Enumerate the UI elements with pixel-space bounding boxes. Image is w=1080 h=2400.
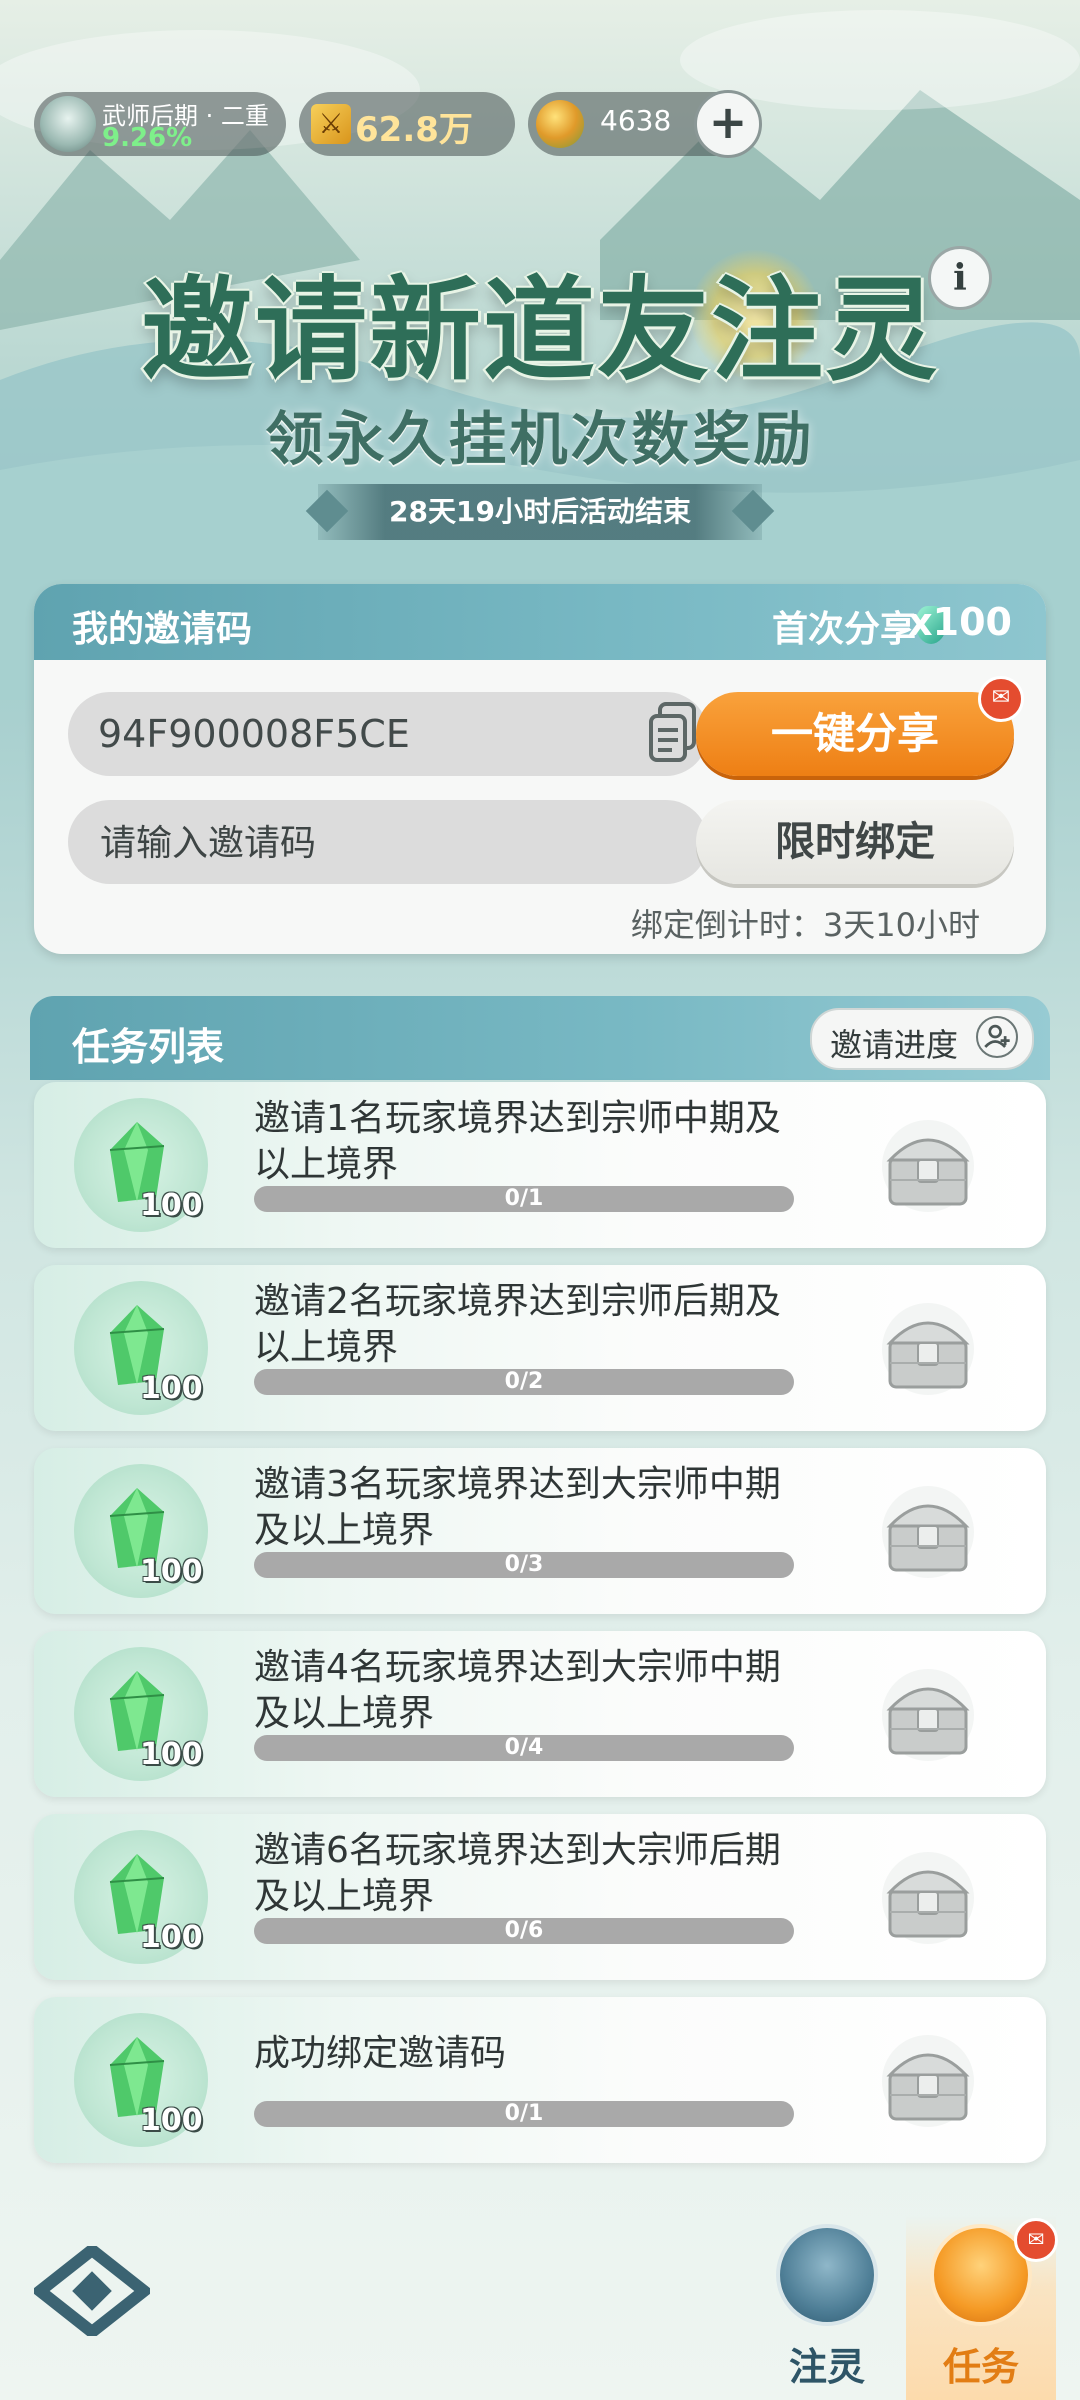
coin-icon (536, 100, 584, 148)
task-progress-bar: 0/2 (254, 1369, 794, 1395)
invite-code-input[interactable] (98, 800, 682, 886)
reward-count: 100 (140, 1920, 203, 1955)
task-progress-bar: 0/6 (254, 1918, 794, 1944)
reward-count: 100 (140, 1737, 203, 1772)
invite-progress-button[interactable]: 邀请进度 (810, 1008, 1034, 1070)
event-subtitle: 领永久挂机次数奖励 (265, 405, 815, 473)
lingzhu-nav-icon (776, 2224, 878, 2326)
invite-code: 94F900008F5CE (98, 712, 410, 756)
nav-lingzhu[interactable]: 注灵 (752, 2216, 902, 2400)
task-progress-text: 0/2 (504, 1369, 544, 1394)
currency-value: 4638 (600, 104, 672, 137)
task-progress-text: 0/1 (504, 1186, 544, 1211)
chest-icon[interactable] (874, 1848, 982, 1948)
task-item: 100 成功绑定邀请码 0/1 (34, 1997, 1046, 2163)
info-icon[interactable]: i (928, 246, 992, 310)
reward-count: 100 (140, 1554, 203, 1589)
reward-count: 100 (140, 2103, 203, 2138)
reward-count: 100 (140, 1188, 203, 1223)
task-item: 100 邀请2名玩家境界达到宗师后期及以上境界 0/2 (34, 1265, 1046, 1431)
power-value: 62.8万 (355, 110, 473, 150)
first-share-label: 首次分享 (771, 609, 916, 650)
share-button[interactable]: 一键分享 (696, 692, 1014, 776)
chest-icon[interactable] (874, 1116, 982, 1216)
invite-code-field: 94F900008F5CE (68, 692, 708, 776)
bind-code-field[interactable] (68, 800, 708, 886)
invite-card-header: 我的邀请码 首次分享 x100 (34, 584, 1046, 660)
rank-pill[interactable]: 武师后期 · 二重 9.26% (34, 92, 286, 156)
invite-progress-icon (976, 1016, 1018, 1058)
event-title: 邀请新道友注灵 (141, 266, 939, 396)
task-description: 邀请4名玩家境界达到大宗师中期及以上境界 (254, 1647, 781, 1734)
chest-icon[interactable] (874, 1299, 982, 1399)
task-item: 100 邀请3名玩家境界达到大宗师中期及以上境界 0/3 (34, 1448, 1046, 1614)
task-description: 邀请6名玩家境界达到大宗师后期及以上境界 (254, 1830, 781, 1917)
plus-icon[interactable]: + (694, 90, 762, 158)
chest-icon[interactable] (874, 1482, 982, 1582)
task-progress-bar: 0/4 (254, 1735, 794, 1761)
power-icon: ⚔ (311, 104, 351, 144)
event-countdown: 28天19小时后活动结束 (318, 484, 762, 540)
task-list-title: 任务列表 (72, 1025, 225, 1069)
invite-card: 我的邀请码 首次分享 x100 94F900008F5CE 一键分享 ✉ 限时绑… (34, 584, 1046, 954)
bind-button[interactable]: 限时绑定 (696, 800, 1014, 884)
task-progress-text: 0/1 (504, 2101, 544, 2126)
nav-task-label: 任务 (942, 2345, 1019, 2389)
task-progress-text: 0/3 (504, 1552, 544, 1577)
notification-badge-icon: ✉ (978, 676, 1024, 722)
invite-progress-label: 邀请进度 (830, 1026, 959, 1064)
first-share-reward: x100 (908, 600, 1012, 644)
task-item: 100 邀请6名玩家境界达到大宗师后期及以上境界 0/6 (34, 1814, 1046, 1980)
task-description: 成功绑定邀请码 (254, 2033, 507, 2074)
copy-icon[interactable] (648, 702, 698, 764)
task-description: 邀请3名玩家境界达到大宗师中期及以上境界 (254, 1464, 781, 1551)
chest-icon[interactable] (874, 2031, 982, 2131)
task-progress-bar: 0/1 (254, 2101, 794, 2127)
task-progress-bar: 0/3 (254, 1552, 794, 1578)
nav-lingzhu-label: 注灵 (788, 2345, 865, 2389)
notification-badge-icon: ✉ (1014, 2218, 1058, 2262)
avatar-icon[interactable] (40, 96, 96, 152)
game-logo-icon[interactable] (34, 2246, 150, 2336)
nav-task[interactable]: ✉ 任务 (906, 2216, 1058, 2400)
power-pill: ⚔ 62.8万 (299, 92, 515, 156)
task-description: 邀请2名玩家境界达到宗师后期及以上境界 (254, 1281, 781, 1368)
bind-countdown: 绑定倒计时：3天10小时 (630, 906, 980, 944)
task-item: 100 邀请1名玩家境界达到宗师中期及以上境界 0/1 (34, 1082, 1046, 1248)
task-progress-bar: 0/1 (254, 1186, 794, 1212)
task-item: 100 邀请4名玩家境界达到大宗师中期及以上境界 0/4 (34, 1631, 1046, 1797)
task-list-header: 任务列表 邀请进度 (30, 996, 1050, 1080)
reward-count: 100 (140, 1371, 203, 1406)
invite-card-title: 我的邀请码 (72, 609, 253, 650)
task-progress-text: 0/4 (504, 1735, 544, 1760)
rank-progress: 9.26% (102, 123, 193, 153)
task-description: 邀请1名玩家境界达到宗师中期及以上境界 (254, 1098, 781, 1185)
task-progress-text: 0/6 (504, 1918, 544, 1943)
chest-icon[interactable] (874, 1665, 982, 1765)
